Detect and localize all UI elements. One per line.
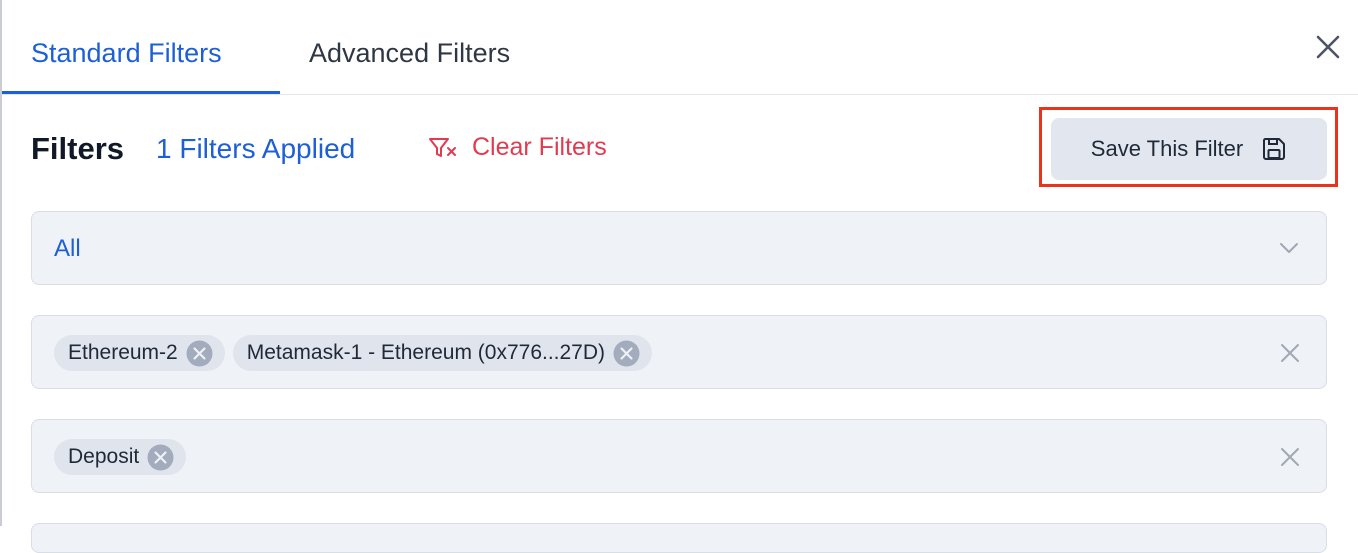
circle-x-icon[interactable] [147, 444, 174, 471]
chevron-down-icon [1280, 243, 1298, 253]
filter-chip: Metamask-1 - Ethereum (0x776...27D) [232, 335, 653, 371]
clear-filters-label: Clear Filters [472, 133, 607, 161]
active-tab-indicator [2, 91, 280, 94]
next-filter-field[interactable] [31, 523, 1327, 553]
circle-x-icon[interactable] [613, 340, 640, 367]
close-icon[interactable] [1314, 33, 1342, 61]
type-select-value: All [54, 235, 81, 262]
filters-title: Filters [31, 131, 125, 166]
circle-x-icon[interactable] [186, 340, 213, 367]
wallet-filter-field[interactable]: Ethereum-2 Metamask-1 - Ethereum (0x776.… [31, 315, 1327, 389]
transaction-type-filter-field[interactable]: Deposit [31, 419, 1327, 493]
clear-filters-button[interactable]: Clear Filters [428, 133, 607, 162]
tab-bar: Standard Filters Advanced Filters [2, 0, 1358, 95]
chip-label: Ethereum-2 [68, 341, 178, 364]
filter-clear-icon [429, 137, 456, 157]
type-select[interactable]: All [31, 211, 1327, 285]
filter-chip: Deposit [54, 439, 187, 475]
save-filter-label: Save This Filter [1090, 136, 1244, 161]
save-filter-button[interactable]: Save This Filter [1051, 118, 1327, 180]
floppy-disk-icon [1263, 138, 1286, 160]
x-icon[interactable] [1280, 447, 1300, 467]
x-icon[interactable] [1280, 343, 1300, 363]
chip-label: Deposit [68, 445, 140, 468]
tab-standard-filters[interactable]: Standard Filters [31, 0, 222, 94]
chip-label: Metamask-1 - Ethereum (0x776...27D) [246, 341, 606, 364]
filters-applied-count: 1 Filters Applied [156, 133, 356, 164]
tab-advanced-filters[interactable]: Advanced Filters [309, 0, 510, 94]
filter-chip: Ethereum-2 [54, 335, 225, 371]
